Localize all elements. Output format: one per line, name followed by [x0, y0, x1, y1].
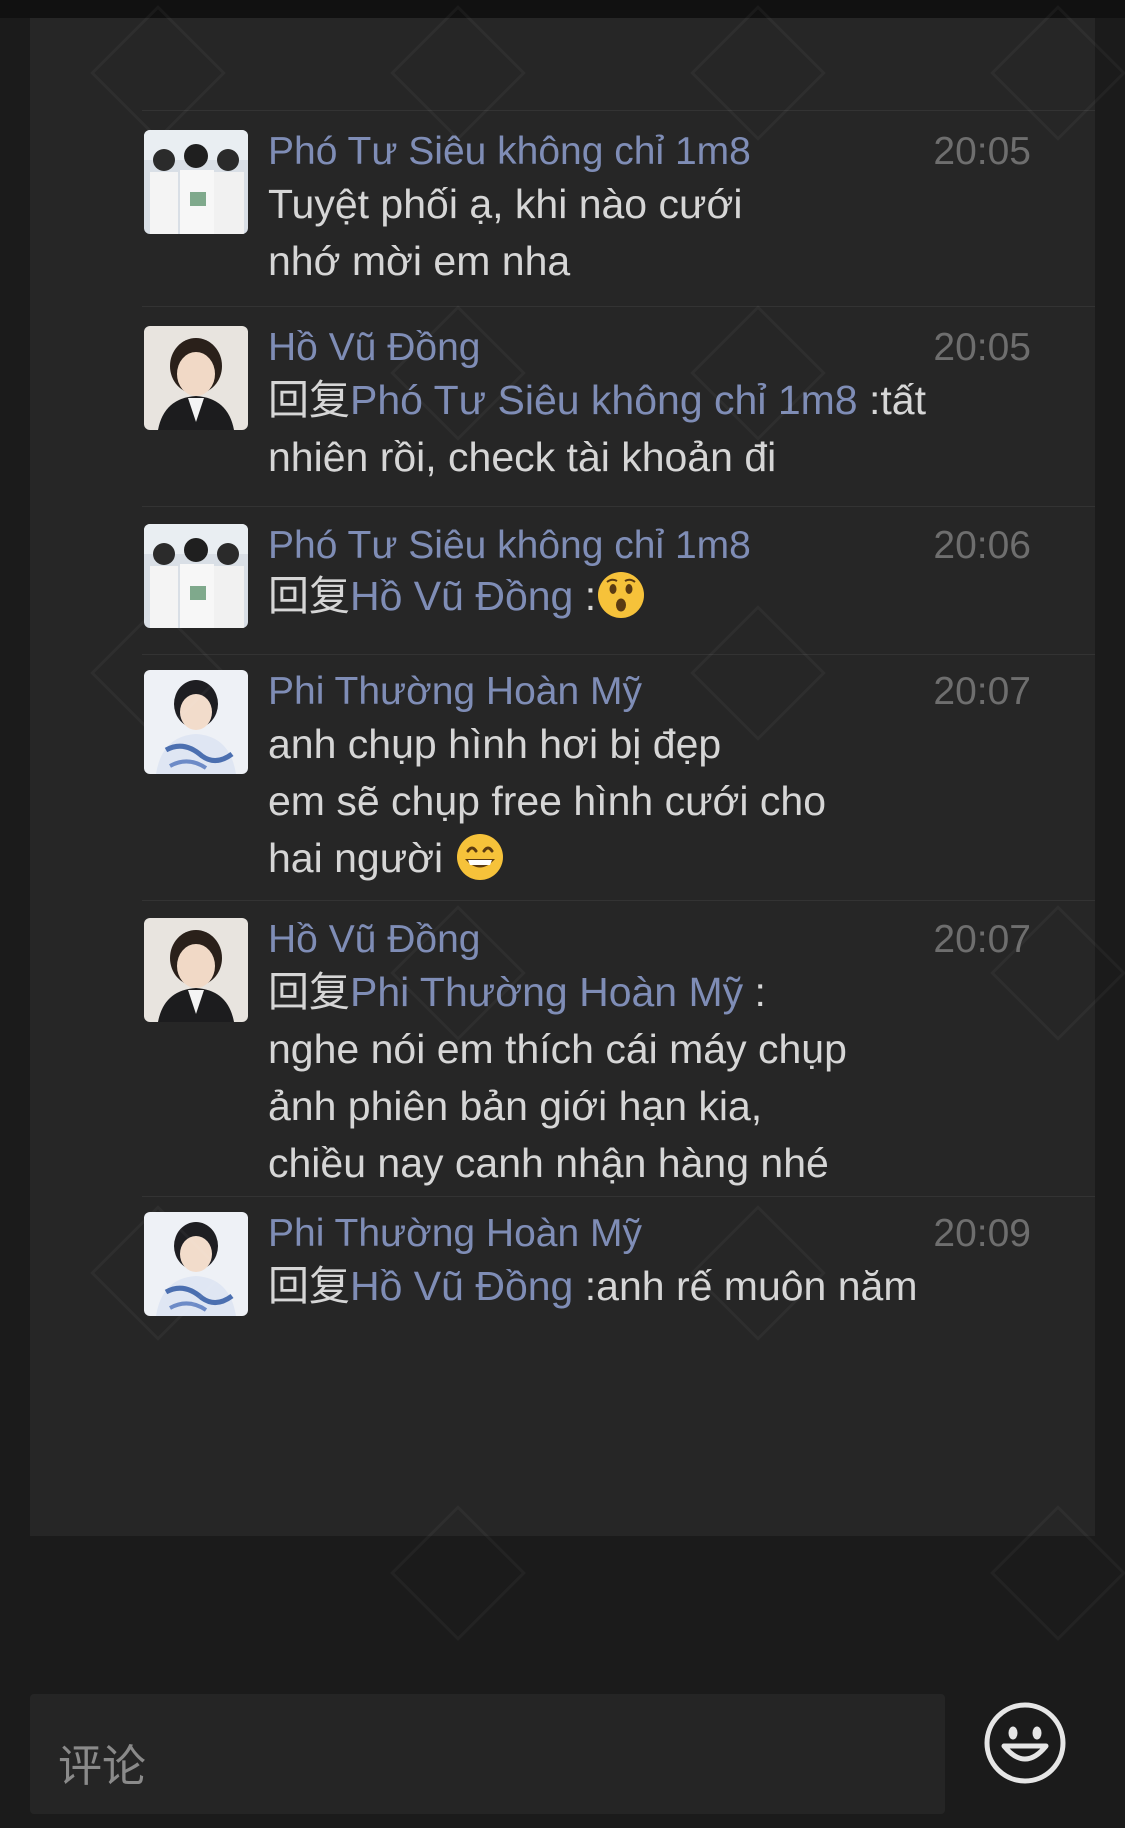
- comment-author[interactable]: Phó Tư Siêu không chỉ 1m8: [268, 524, 751, 568]
- comment-item[interactable]: Hồ Vũ Đồng 20:05 回复Phó Tư Siêu không chỉ…: [30, 306, 1095, 506]
- avatar[interactable]: [144, 1212, 248, 1316]
- comments-panel: Phó Tư Siêu không chỉ 1m8 20:05 Tuyệt ph…: [30, 18, 1095, 1536]
- reply-target[interactable]: Hồ Vũ Đồng: [350, 1263, 573, 1309]
- divider: [142, 506, 1095, 507]
- comment-input-placeholder: 评论: [58, 1742, 146, 1791]
- avatar[interactable]: [144, 670, 248, 774]
- reply-text: :anh rế muôn năm: [573, 1263, 918, 1309]
- divider: [142, 900, 1095, 901]
- comment-text: 回复Phi Thường Hoàn Mỹ : nghe nói em thích…: [268, 964, 1068, 1192]
- comment-time: 20:07: [933, 918, 1031, 961]
- comment-text: 回复Hồ Vũ Đồng :: [268, 568, 1068, 625]
- reply-text: :: [573, 573, 597, 619]
- comment-text: Tuyệt phối ạ, khi nào cưới nhớ mời em nh…: [268, 181, 743, 284]
- reply-prefix: 回复: [268, 377, 350, 423]
- avatar[interactable]: [144, 130, 248, 234]
- comment-text: anh chụp hình hơi bị đẹp em sẽ chụp free…: [268, 716, 1068, 887]
- divider: [142, 654, 1095, 655]
- comment-text-content: anh chụp hình hơi bị đẹp em sẽ chụp free…: [268, 721, 827, 881]
- comment-time: 20:07: [933, 670, 1031, 713]
- reply-target[interactable]: Hồ Vũ Đồng: [350, 573, 573, 619]
- top-strip: [0, 0, 1125, 18]
- comment-time: 20:05: [933, 130, 1031, 173]
- reply-prefix: 回复: [268, 573, 350, 619]
- comment-item[interactable]: Phi Thường Hoàn Mỹ 20:07 anh chụp hình h…: [30, 654, 1095, 900]
- comments-screen: Phó Tư Siêu không chỉ 1m8 20:05 Tuyệt ph…: [0, 0, 1125, 1828]
- comment-author[interactable]: Hồ Vũ Đồng: [268, 326, 480, 370]
- comment-time: 20:09: [933, 1212, 1031, 1255]
- comment-item[interactable]: Hồ Vũ Đồng 20:07 回复Phi Thường Hoàn Mỹ : …: [30, 900, 1095, 1196]
- comment-time: 20:06: [933, 524, 1031, 567]
- comment-author[interactable]: Hồ Vũ Đồng: [268, 918, 480, 962]
- reply-prefix: 回复: [268, 1263, 350, 1309]
- comment-text: 回复Hồ Vũ Đồng :anh rế muôn năm: [268, 1258, 1068, 1315]
- comment-item[interactable]: Phi Thường Hoàn Mỹ 20:09 回复Hồ Vũ Đồng :a…: [30, 1196, 1095, 1336]
- comment-text: 回复Phó Tư Siêu không chỉ 1m8 :tất nhiên r…: [268, 372, 1068, 486]
- avatar[interactable]: [144, 326, 248, 430]
- comment-author[interactable]: Phi Thường Hoàn Mỹ: [268, 1212, 642, 1256]
- comment-item[interactable]: Phó Tư Siêu không chỉ 1m8 20:06 回复Hồ Vũ …: [30, 506, 1095, 654]
- divider: [142, 1196, 1095, 1197]
- smiley-icon[interactable]: [982, 1700, 1068, 1786]
- divider: [142, 306, 1095, 307]
- divider: [142, 110, 1095, 111]
- avatar[interactable]: [144, 524, 248, 628]
- comment-author[interactable]: Phi Thường Hoàn Mỹ: [268, 670, 642, 714]
- reply-prefix: 回复: [268, 969, 350, 1015]
- grin-emoji: [456, 834, 503, 880]
- comment-input-bar: 评论: [0, 1660, 1125, 1828]
- avatar[interactable]: [144, 918, 248, 1022]
- reply-target[interactable]: Phi Thường Hoàn Mỹ: [350, 969, 743, 1015]
- comment-input[interactable]: 评论: [30, 1694, 945, 1814]
- astonished-emoji: [598, 572, 645, 618]
- reply-target[interactable]: Phó Tư Siêu không chỉ 1m8: [350, 377, 858, 423]
- comment-author[interactable]: Phó Tư Siêu không chỉ 1m8: [268, 130, 751, 174]
- comment-time: 20:05: [933, 326, 1031, 369]
- comment-item[interactable]: Phó Tư Siêu không chỉ 1m8 20:05 Tuyệt ph…: [30, 110, 1095, 306]
